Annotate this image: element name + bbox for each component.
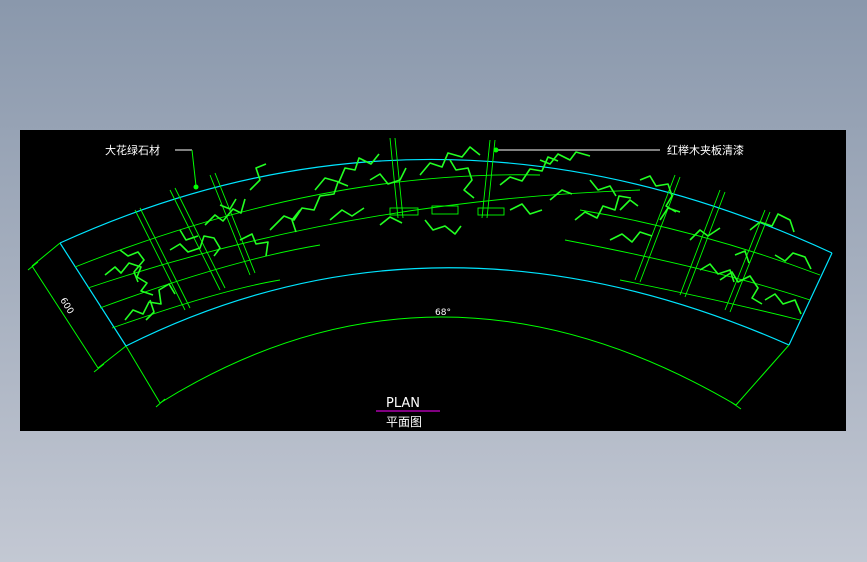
- dimensions: [27, 242, 790, 410]
- panel-joints: [74, 137, 821, 329]
- angle-label: 68°: [435, 308, 451, 318]
- leader-dot-left: [193, 184, 199, 190]
- left-edge: [59, 242, 127, 347]
- outline-arcs: [59, 158, 833, 347]
- material-label-right: 红榉木夹板清漆: [667, 143, 744, 157]
- marble-veins: [104, 146, 812, 321]
- leader-dot-right: [493, 147, 499, 153]
- plan-title-en: PLAN: [386, 396, 420, 411]
- width-dim-line: [31, 265, 99, 369]
- angle-dim-arc: [159, 316, 737, 406]
- material-label-left: 大花绿石材: [105, 143, 160, 157]
- plan-title-cn: 平面图: [386, 415, 422, 429]
- dimension-600-label: 600: [57, 296, 75, 316]
- inner-arc: [125, 267, 790, 347]
- plan-drawing: 大花绿石材 红榉木夹板清漆 600 68° PLAN 平面图: [27, 137, 833, 429]
- cad-viewport[interactable]: 大花绿石材 红榉木夹板清漆 600 68° PLAN 平面图: [20, 130, 846, 431]
